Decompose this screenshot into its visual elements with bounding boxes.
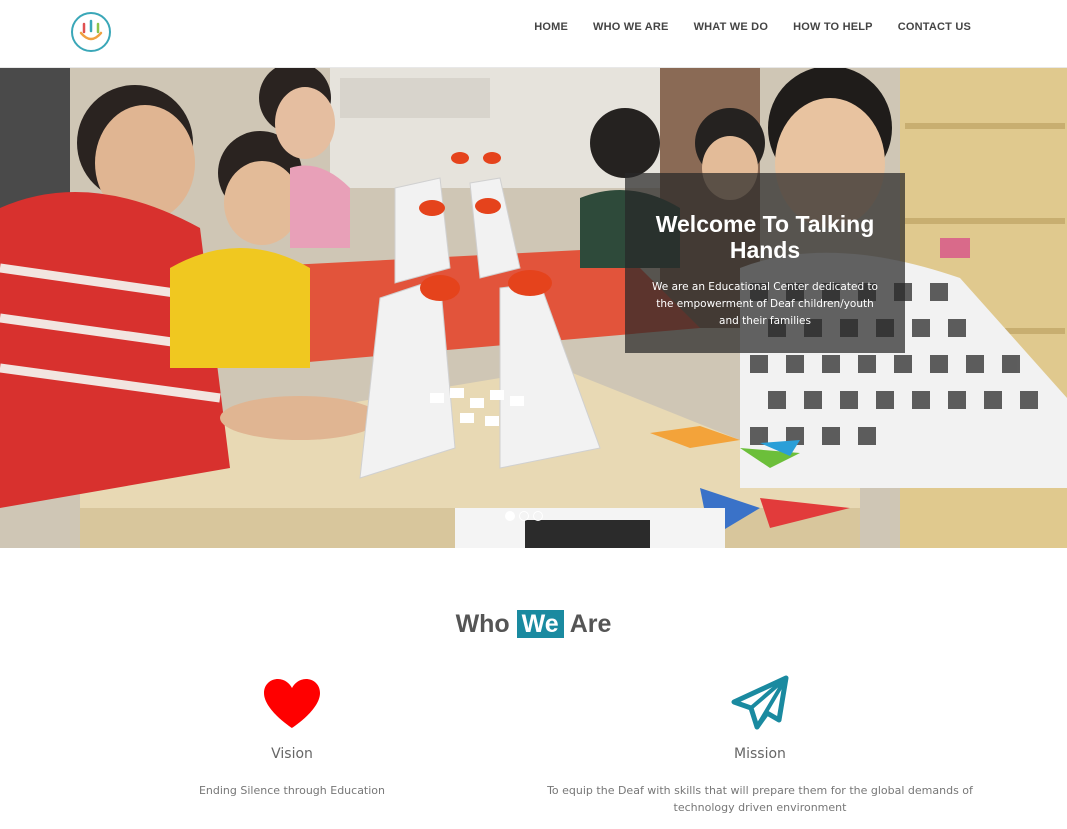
vision-heading: Vision [271, 746, 313, 762]
site-header: HOME WHO WE ARE WHAT WE DO HOW TO HELP C… [0, 0, 1067, 68]
title-part-1: Who [455, 610, 510, 638]
hero-caption: Welcome To Talking Hands We are an Educa… [625, 173, 905, 353]
paper-plane-icon [731, 675, 789, 730]
nav-how-to-help[interactable]: HOW TO HELP [793, 21, 873, 33]
mission-text: To equip the Deaf with skills that will … [547, 784, 973, 814]
hero-title: Welcome To Talking Hands [655, 211, 875, 263]
mission-block: Mission To equip the Deaf with skills th… [540, 672, 980, 816]
title-highlight: We [516, 610, 564, 638]
mission-heading: Mission [734, 746, 786, 762]
nav-contact-us[interactable]: CONTACT US [898, 21, 971, 33]
main-nav: HOME WHO WE ARE WHAT WE DO HOW TO HELP C… [509, 0, 971, 54]
title-part-2: Are [569, 610, 612, 638]
heart-icon [264, 679, 320, 728]
slider-dot-2[interactable] [519, 511, 529, 521]
vision-block: Vision Ending Silence through Education [162, 672, 422, 799]
nav-what-we-do[interactable]: WHAT WE DO [694, 21, 769, 33]
slider-dot-3[interactable] [533, 511, 543, 521]
nav-who-we-are[interactable]: WHO WE ARE [593, 21, 669, 33]
slider-dots [505, 511, 543, 521]
who-we-are-title: Who We Are [0, 610, 1067, 639]
slider-dot-1[interactable] [505, 511, 515, 521]
hero-subtitle: We are an Educational Center dedicated t… [652, 281, 878, 327]
talking-hands-logo-icon[interactable] [70, 11, 112, 53]
nav-home[interactable]: HOME [534, 21, 568, 33]
hero-photo [0, 68, 1067, 548]
hero-slider: Welcome To Talking Hands We are an Educa… [0, 68, 1067, 548]
vision-text: Ending Silence through Education [198, 784, 386, 797]
